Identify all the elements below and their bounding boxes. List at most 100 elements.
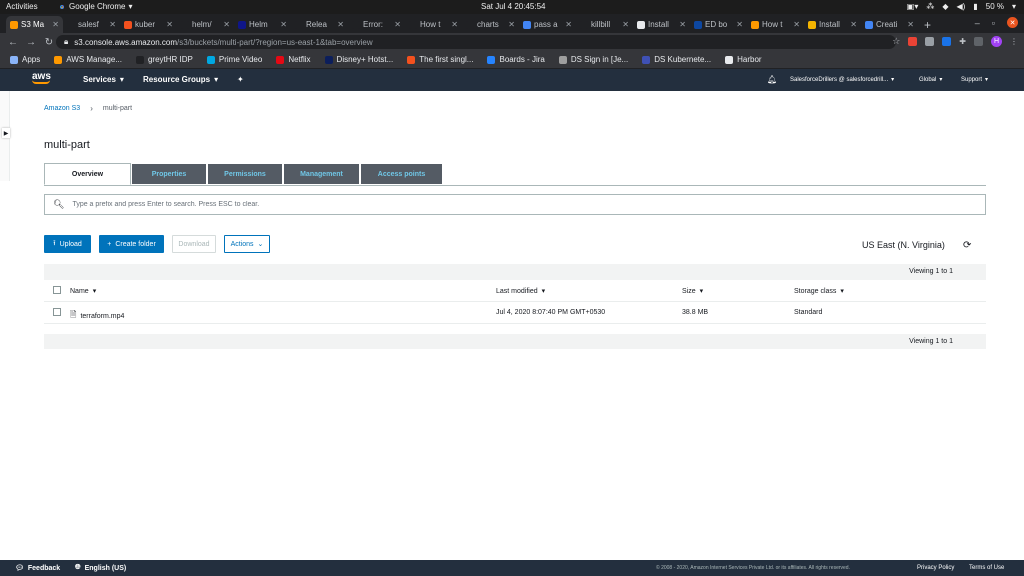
support-menu[interactable]: Support ▾ (961, 76, 988, 84)
tab-close-icon[interactable]: ✕ (109, 20, 116, 29)
tab-close-icon[interactable]: ✕ (280, 20, 287, 29)
clock[interactable]: Sat Jul 4 20:45:54 (481, 2, 546, 11)
tab-close-icon[interactable]: ✕ (850, 20, 857, 29)
side-panel-toggle[interactable]: ▶ (0, 91, 10, 181)
extension-icon[interactable] (908, 37, 918, 46)
bookmark-item[interactable]: Prime Video (206, 55, 262, 64)
feedback-button[interactable]: 💬︎ Feedback (15, 564, 60, 573)
language-selector[interactable]: 🌐︎ English (US) (75, 564, 126, 572)
browser-tab[interactable]: Install ✕ (804, 16, 861, 33)
browser-tab[interactable]: killbill ✕ (576, 16, 633, 33)
tab-close-icon[interactable]: ✕ (679, 20, 686, 29)
browser-tab[interactable]: Relea ✕ (291, 16, 348, 33)
tab-close-icon[interactable]: ✕ (793, 20, 800, 29)
kebab-menu-icon[interactable]: ⋮ (1010, 37, 1018, 46)
browser-tab[interactable]: Creati ✕ (861, 16, 918, 33)
browser-tab[interactable]: ED bo ✕ (690, 16, 747, 33)
puzzle-icon[interactable]: ✚ (959, 37, 966, 46)
download-button[interactable]: Download (172, 235, 216, 253)
tab-close-icon[interactable]: ✕ (736, 20, 743, 29)
tab-properties[interactable]: Properties (131, 163, 207, 185)
file-name-cell[interactable]: 🗎 terraform.mp4 (70, 309, 124, 323)
extension-icon[interactable] (925, 37, 935, 46)
extension-icon[interactable] (974, 37, 983, 46)
app-menu[interactable]: Google Chrome ▾ (58, 2, 133, 11)
browser-tab[interactable]: kuber ✕ (120, 16, 177, 33)
bookmark-item[interactable]: Harbor (725, 55, 762, 64)
tab-close-icon[interactable]: ✕ (508, 20, 515, 29)
browser-tab[interactable]: Install ✕ (633, 16, 690, 33)
tab-management[interactable]: Management (283, 163, 360, 185)
table-row[interactable]: 🗎 terraform.mp4 Jul 4, 2020 8:07:40 PM G… (44, 302, 986, 324)
tab-close-icon[interactable]: ✕ (451, 20, 458, 29)
new-tab-button[interactable]: + (918, 16, 937, 33)
terms-of-use-link[interactable]: Terms of Use (969, 565, 1004, 571)
pin-icon[interactable]: ✦ (237, 75, 244, 84)
tab-overview[interactable]: Overview (44, 163, 131, 185)
tab-close-icon[interactable]: ✕ (622, 20, 629, 29)
tab-close-icon[interactable]: ✕ (52, 20, 59, 29)
tab-close-icon[interactable]: ✕ (337, 20, 344, 29)
bookmark-item[interactable]: Netflix (276, 55, 311, 64)
browser-tab[interactable]: salesf ✕ (63, 16, 120, 33)
tab-close-icon[interactable]: ✕ (223, 20, 230, 29)
aws-logo[interactable]: aws (32, 72, 51, 84)
bookmark-item[interactable]: Boards - Jira (487, 55, 545, 64)
column-header-last-modified[interactable]: Last modified ▾ (496, 287, 545, 296)
power-menu-icon[interactable]: ▾ (1012, 2, 1016, 11)
profile-avatar[interactable]: H (991, 36, 1002, 47)
close-window-icon[interactable]: ✕ (1007, 17, 1018, 28)
browser-tab[interactable]: How t ✕ (405, 16, 462, 33)
tab-permissions[interactable]: Permissions (207, 163, 283, 185)
tab-access-points[interactable]: Access points (360, 163, 443, 185)
browser-tab[interactable]: How t ✕ (747, 16, 804, 33)
bell-icon[interactable]: 🔔︎ (767, 75, 777, 84)
actions-button[interactable]: Actions ⌄ (224, 235, 270, 253)
lock-icon[interactable]: 🔒︎ (64, 37, 68, 47)
browser-tab[interactable]: Helm ✕ (234, 16, 291, 33)
upload-button[interactable]: ⭱ Upload (44, 235, 91, 253)
refresh-icon[interactable]: ⟳ (963, 240, 971, 251)
bookmark-item[interactable]: Apps (10, 55, 40, 64)
activities-button[interactable]: Activities (6, 2, 38, 11)
browser-tab[interactable]: charts ✕ (462, 16, 519, 33)
tab-close-icon[interactable]: ✕ (394, 20, 401, 29)
back-icon[interactable]: ← (4, 37, 22, 48)
services-menu[interactable]: Services ▾ (83, 75, 124, 84)
region-menu[interactable]: Global ▾ (919, 76, 942, 84)
bookmark-item[interactable]: Disney+ Hotst... (324, 55, 393, 64)
bookmark-item[interactable]: DS Kubernete... (642, 55, 711, 64)
browser-tab[interactable]: helm/ ✕ (177, 16, 234, 33)
tab-label: kuber (135, 20, 156, 29)
account-menu[interactable]: SalesforceDrillers @ salesforcedrill... ▾ (790, 76, 894, 84)
row-checkbox[interactable] (53, 308, 61, 316)
column-header-size[interactable]: Size ▾ (682, 287, 703, 296)
privacy-policy-link[interactable]: Privacy Policy (917, 565, 954, 571)
address-bar[interactable]: 🔒︎ s3.console.aws.amazon.com/s3/buckets/… (56, 35, 896, 49)
breadcrumb-amazon-s3[interactable]: Amazon S3 (44, 105, 80, 112)
minimize-icon[interactable]: – (975, 18, 980, 28)
tray-app-icon[interactable]: ▣▾ (907, 2, 919, 11)
star-icon[interactable]: ☆ (892, 36, 900, 47)
maximize-icon[interactable]: ▫ (992, 18, 995, 28)
tab-close-icon[interactable]: ✕ (565, 20, 572, 29)
resource-groups-menu[interactable]: Resource Groups ▾ (143, 75, 218, 84)
tab-close-icon[interactable]: ✕ (907, 20, 914, 29)
select-all-checkbox[interactable] (53, 286, 61, 294)
bookmark-item[interactable]: greytHR IDP (135, 55, 193, 64)
browser-tab[interactable]: S3 Ma ✕ (6, 16, 63, 33)
bookmark-item[interactable]: AWS Manage... (54, 55, 122, 64)
extension-icon[interactable] (942, 37, 952, 46)
bookmark-item[interactable]: DS Sign in [Je... (558, 55, 628, 64)
browser-tab[interactable]: Error: ✕ (348, 16, 405, 33)
tab-close-icon[interactable]: ✕ (166, 20, 173, 29)
forward-icon[interactable]: → (22, 37, 40, 48)
column-header-name[interactable]: Name ▾ (70, 287, 96, 296)
browser-tab[interactable]: pass a ✕ (519, 16, 576, 33)
column-header-storage-class[interactable]: Storage class ▾ (794, 287, 844, 296)
chevron-right-icon[interactable]: ▶ (2, 128, 10, 138)
bookmark-item[interactable]: The first singl... (407, 55, 473, 64)
system-tray[interactable]: ▣▾ ⁂ ◆ ◀) ▮ 50 % ▾ (907, 2, 1016, 11)
search-input[interactable] (72, 201, 953, 208)
create-folder-button[interactable]: + Create folder (99, 235, 164, 253)
